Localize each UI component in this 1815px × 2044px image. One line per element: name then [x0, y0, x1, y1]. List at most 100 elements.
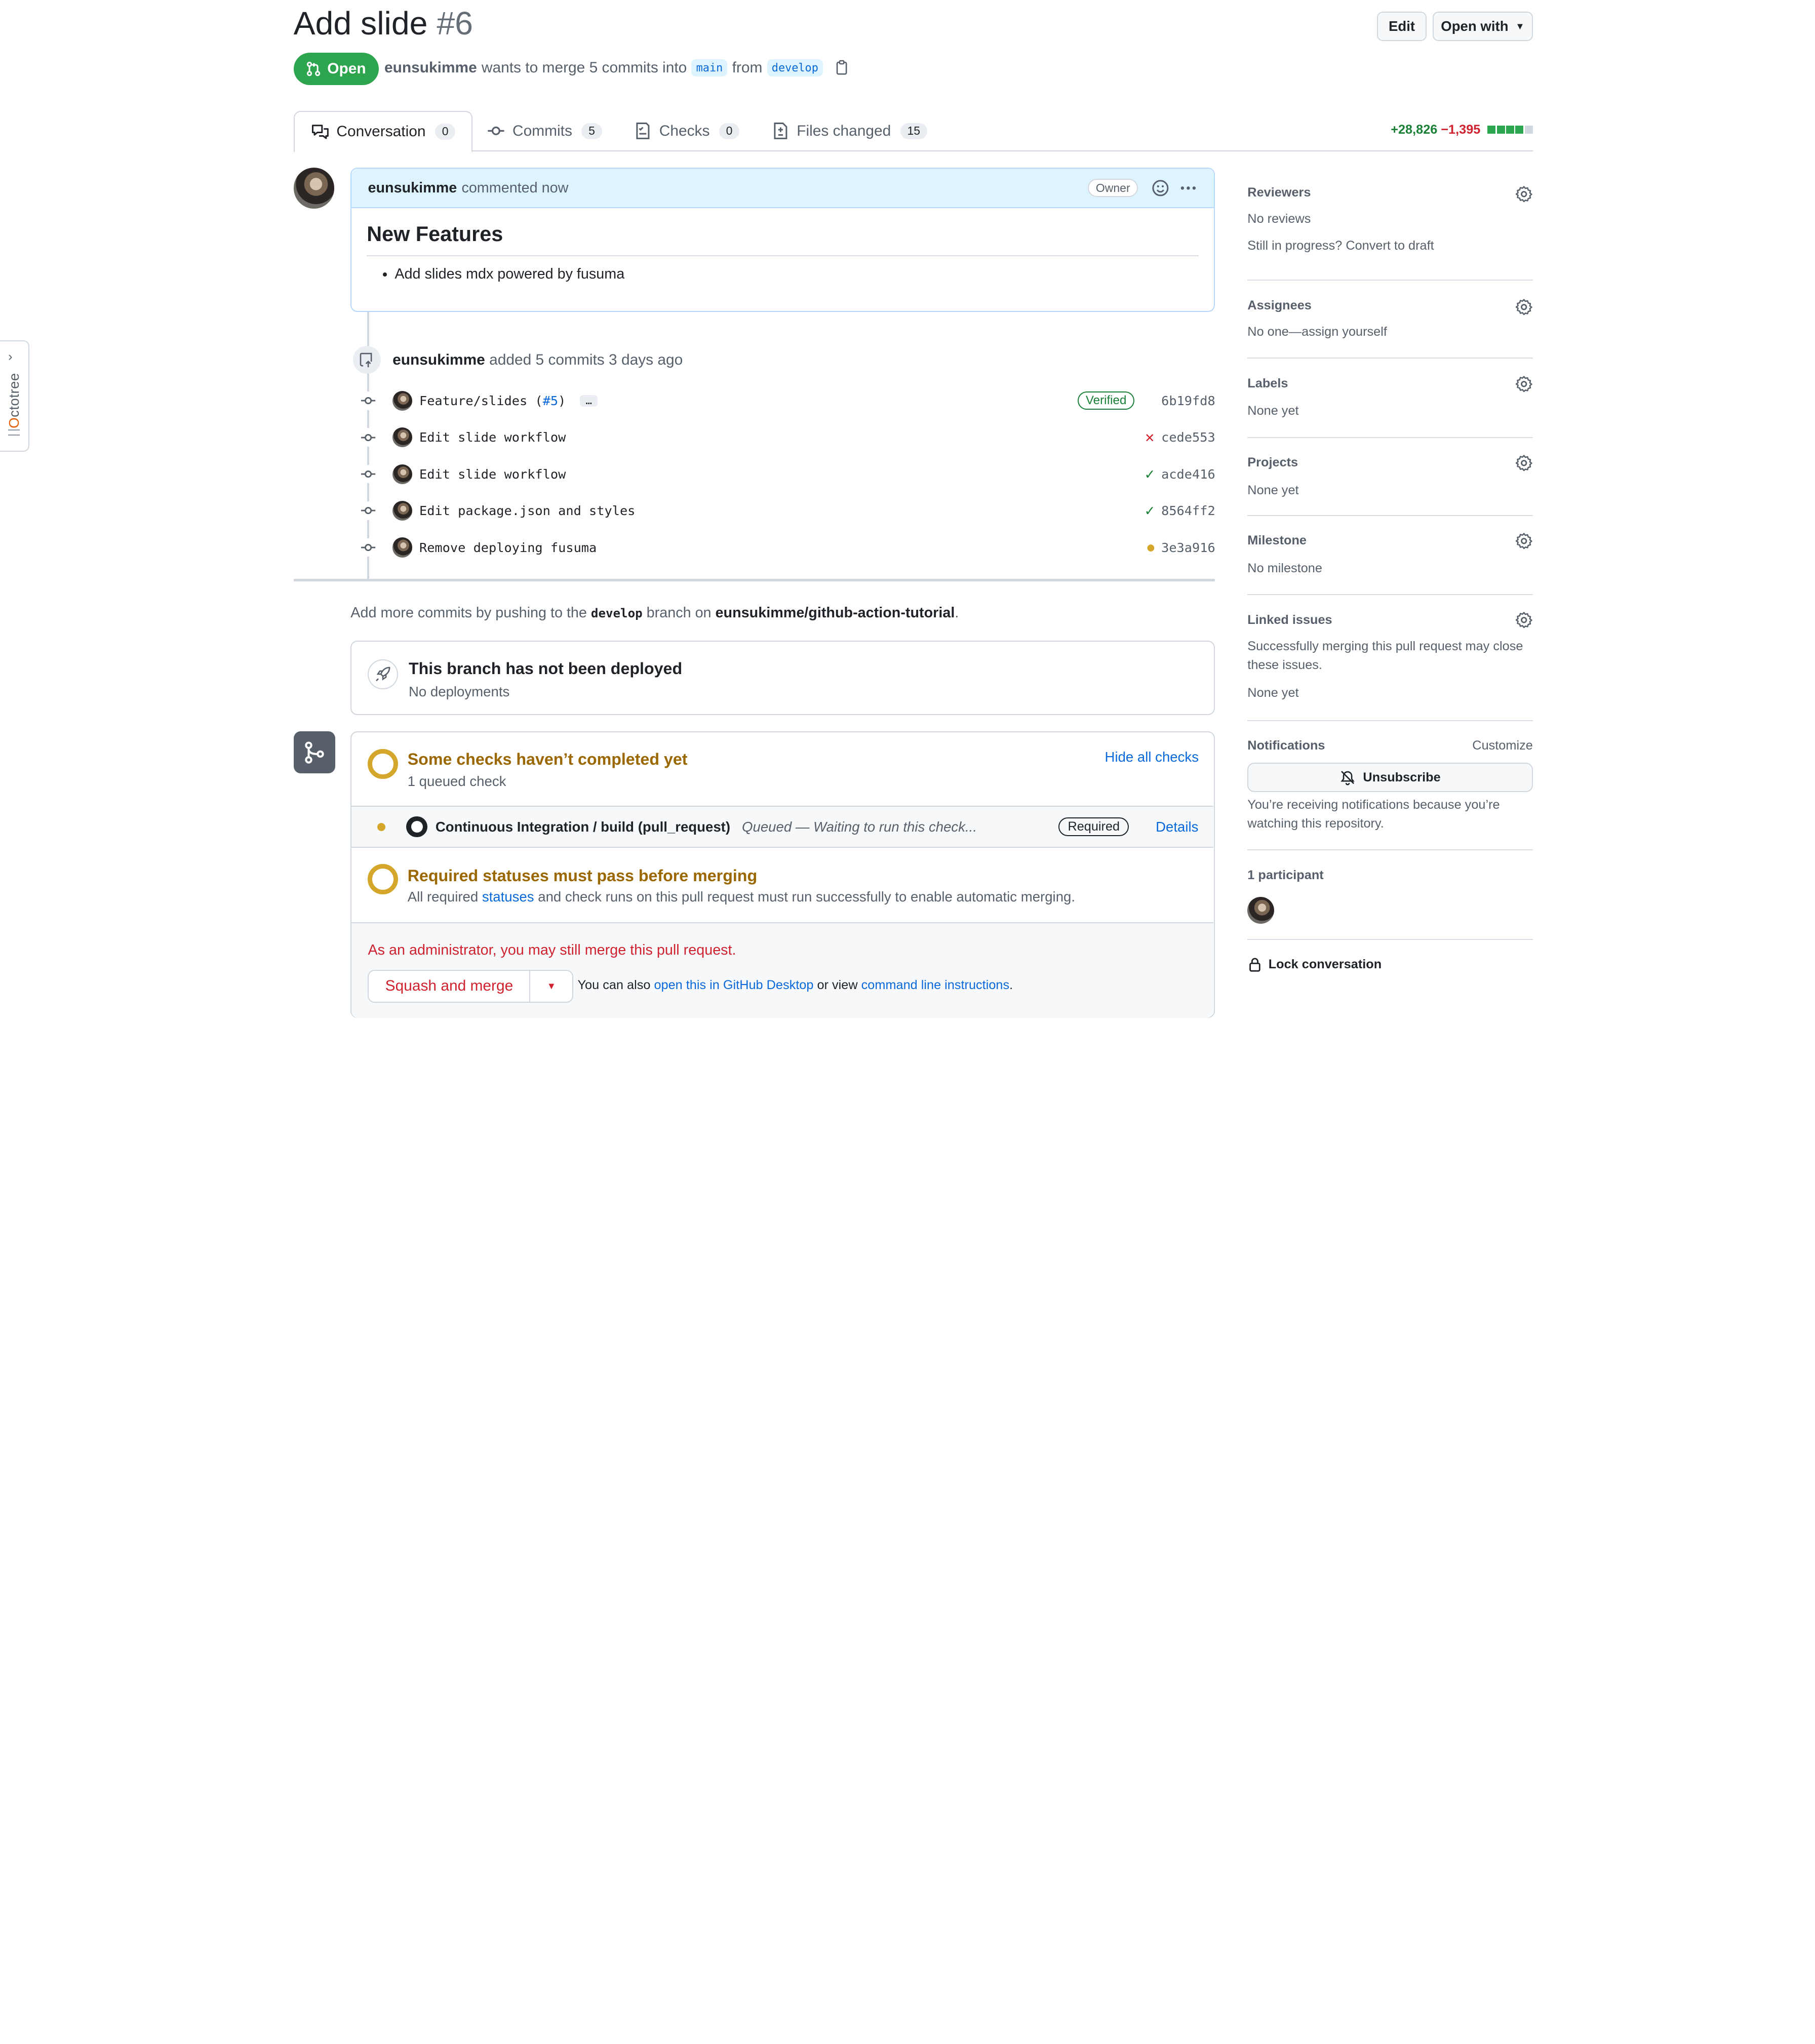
head-branch[interactable]: develop — [767, 59, 823, 77]
sidebar-labels: Labels None yet — [1247, 359, 1533, 438]
statuses-link[interactable]: statuses — [482, 889, 534, 905]
x-icon[interactable]: ✕ — [1145, 428, 1154, 446]
labels-heading[interactable]: Labels — [1247, 376, 1288, 391]
assignees-value[interactable]: No one—assign yourself — [1247, 323, 1387, 341]
state-badge-open: Open — [293, 52, 379, 85]
diffstat-block — [1524, 125, 1533, 134]
verified-badge[interactable]: Verified — [1078, 391, 1135, 410]
list-item: Add slides mdx powered by fusuma — [394, 266, 1199, 283]
avatar[interactable] — [392, 537, 413, 558]
queued-dot-icon — [377, 822, 385, 831]
commit-message[interactable]: Feature/slides (#5) — [419, 394, 566, 408]
commit-row: Edit slide workflow ✓ acde416 — [359, 462, 1215, 486]
comment-time[interactable]: commented now — [461, 180, 568, 196]
open-desktop-link[interactable]: open this in GitHub Desktop — [654, 978, 813, 992]
cli-instructions-link[interactable]: command line instructions — [861, 978, 1009, 992]
pull-request-page: › Octotree Add slide #6 Edit Open with ▼ … — [0, 0, 1814, 1021]
commit-sha[interactable]: acde416 — [1161, 467, 1215, 482]
pending-status-icon — [368, 864, 399, 895]
open-with-button[interactable]: Open with ▼ — [1433, 12, 1533, 41]
unsubscribe-button[interactable]: Unsubscribe — [1247, 763, 1533, 792]
avatar[interactable] — [392, 390, 413, 411]
file-diff-icon — [773, 123, 787, 140]
diffstat-block — [1515, 125, 1524, 134]
convert-to-draft-link[interactable]: Still in progress? Convert to draft — [1247, 237, 1434, 255]
pr-link[interactable]: #5 — [543, 394, 558, 408]
triangle-down-icon: ▼ — [1515, 20, 1525, 31]
merge-method-dropdown[interactable]: ▼ — [530, 971, 572, 1001]
sidebar-linked-issues: Linked issues Successfully merging this … — [1247, 595, 1533, 721]
check-details-link[interactable]: Details — [1156, 819, 1198, 835]
check-icon[interactable]: ✓ — [1145, 465, 1154, 483]
notifications-heading: Notifications — [1247, 738, 1325, 753]
sidebar-notifications: Notifications Customize Unsubscribe You’… — [1247, 721, 1533, 850]
commit-message[interactable]: Edit package.json and styles — [419, 503, 635, 518]
labels-value: None yet — [1247, 404, 1299, 418]
gear-icon[interactable] — [1515, 298, 1533, 316]
gear-icon[interactable] — [1515, 185, 1533, 203]
projects-heading[interactable]: Projects — [1247, 455, 1298, 470]
expand-message-button[interactable]: … — [579, 395, 598, 407]
branch-name: develop — [590, 606, 643, 620]
check-icon[interactable]: ✓ — [1145, 502, 1154, 520]
commit-row: Edit package.json and styles ✓ 8564ff2 — [359, 499, 1215, 523]
commit-row: Edit slide workflow ✕ cede553 — [359, 426, 1215, 449]
sidebar-assignees: Assignees No one—assign yourself — [1247, 281, 1533, 359]
assignees-heading[interactable]: Assignees — [1247, 298, 1312, 313]
lock-conversation-link[interactable]: Lock conversation — [1247, 956, 1382, 972]
tab-checks[interactable]: Checks 0 — [634, 111, 740, 152]
commit-sha[interactable]: 3e3a916 — [1161, 540, 1215, 555]
gear-icon[interactable] — [1515, 611, 1533, 629]
check-row: Continuous Integration / build (pull_req… — [351, 806, 1214, 848]
commit-message[interactable]: Edit slide workflow — [419, 430, 566, 445]
edit-button[interactable]: Edit — [1376, 12, 1427, 41]
repo-link[interactable]: eunsukimme/github-action-tutorial — [716, 605, 955, 621]
tab-files-changed[interactable]: Files changed 15 — [771, 111, 927, 152]
github-app-icon — [406, 816, 427, 838]
pr-meta: eunsukimme wants to merge 5 commits into… — [384, 59, 850, 77]
avatar[interactable] — [392, 464, 413, 484]
commit-sha[interactable]: 6b19fd8 — [1161, 394, 1215, 408]
commits-event: eunsukimme added 5 commits 3 days ago — [352, 346, 683, 374]
avatar[interactable] — [293, 168, 335, 209]
pending-dot-icon[interactable]: ● — [1147, 541, 1154, 554]
admin-warning: As an administrator, you may still merge… — [368, 942, 736, 959]
avatar[interactable] — [392, 501, 413, 521]
triangle-down-icon: ▼ — [546, 980, 556, 992]
smiley-icon[interactable] — [1151, 179, 1170, 198]
gear-icon[interactable] — [1515, 375, 1533, 393]
customize-link[interactable]: Customize — [1472, 738, 1533, 753]
pr-number: #6 — [437, 5, 473, 42]
linked-issues-heading[interactable]: Linked issues — [1247, 613, 1332, 627]
required-statuses-title: Required statuses must pass before mergi… — [407, 866, 758, 885]
base-branch[interactable]: main — [691, 59, 728, 77]
gear-icon[interactable] — [1515, 532, 1533, 550]
commit-message[interactable]: Edit slide workflow — [419, 467, 566, 482]
squash-merge-group: Squash and merge ▼ — [368, 970, 574, 1003]
copy-icon[interactable] — [834, 60, 850, 76]
commits-author[interactable]: eunsukimme — [392, 351, 485, 368]
reviewers-heading[interactable]: Reviewers — [1247, 185, 1311, 200]
merge-box: Some checks haven’t completed yet 1 queu… — [350, 731, 1215, 1018]
commit-message[interactable]: Remove deploying fusuma — [419, 540, 597, 555]
squash-and-merge-button[interactable]: Squash and merge — [369, 971, 531, 1002]
linked-issues-value: None yet — [1247, 686, 1299, 700]
deploy-title: This branch has not been deployed — [408, 659, 683, 678]
octotree-toggle[interactable]: › Octotree — [0, 340, 29, 452]
projects-value: None yet — [1247, 483, 1299, 497]
tab-conversation[interactable]: Conversation 0 — [293, 110, 473, 153]
comment-author[interactable]: eunsukimme — [368, 180, 457, 196]
avatar[interactable] — [392, 427, 413, 448]
commit-sha[interactable]: cede553 — [1161, 430, 1215, 445]
milestone-heading[interactable]: Milestone — [1247, 533, 1307, 548]
comment-body: New Features Add slides mdx powered by f… — [351, 208, 1214, 296]
tab-commits[interactable]: Commits 5 — [487, 111, 602, 152]
hide-all-checks-link[interactable]: Hide all checks — [1105, 749, 1199, 765]
notifications-desc: You’re receiving notifications because y… — [1247, 797, 1500, 831]
commit-sha[interactable]: 8564ff2 — [1161, 503, 1215, 518]
deletions-count: −1,395 — [1441, 122, 1481, 137]
gear-icon[interactable] — [1515, 454, 1533, 472]
kebab-horizontal-icon[interactable] — [1179, 179, 1198, 198]
participant-avatar[interactable] — [1247, 897, 1275, 924]
author-link[interactable]: eunsukimme — [384, 59, 477, 76]
